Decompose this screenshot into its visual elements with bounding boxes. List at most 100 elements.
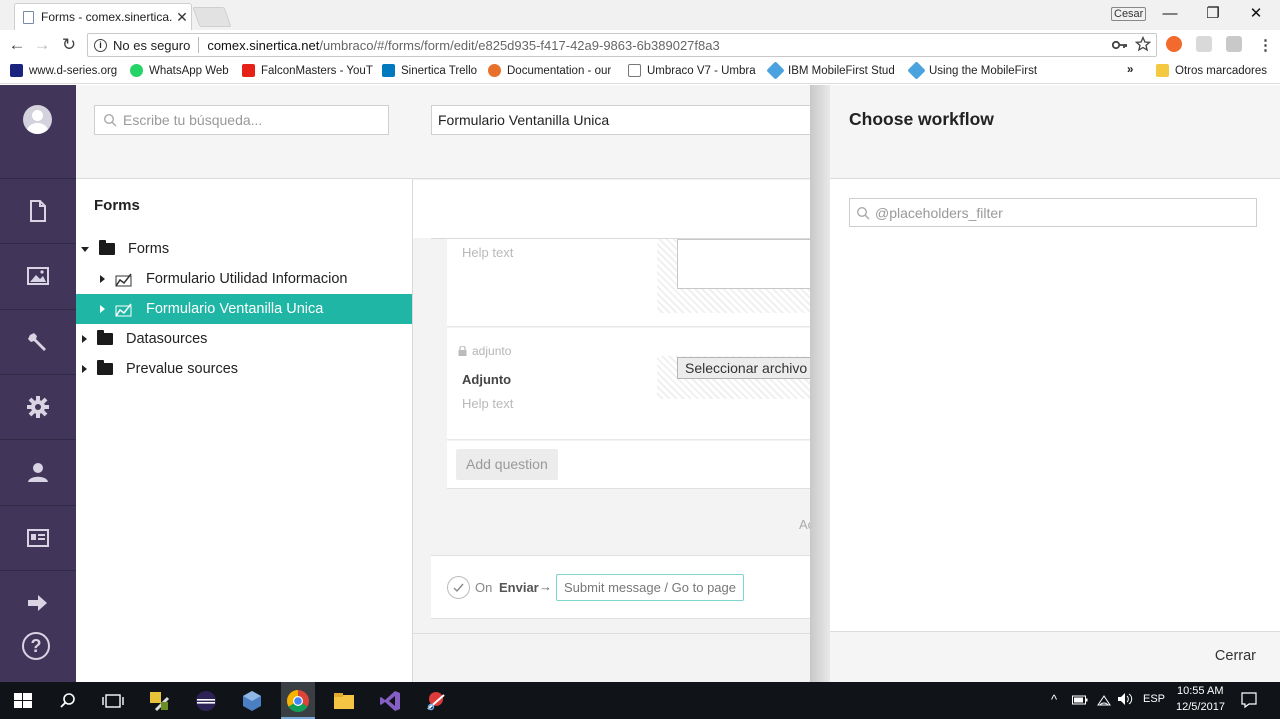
security-label: No es seguro bbox=[113, 37, 191, 53]
file-explorer-icon[interactable] bbox=[331, 688, 357, 714]
virtualbox-icon[interactable] bbox=[239, 688, 265, 714]
tree-title: Forms bbox=[94, 197, 140, 214]
tab-title: Forms - comex.sinertica.n bbox=[41, 10, 173, 24]
tree-item-formulario-ventanilla[interactable]: Formulario Ventanilla Unica bbox=[76, 294, 412, 324]
folder-icon bbox=[97, 330, 113, 345]
form-name-input[interactable]: Formulario Ventanilla Unica bbox=[431, 105, 821, 135]
submit-action-button[interactable]: Submit message / Go to page bbox=[556, 574, 744, 601]
wifi-icon[interactable] bbox=[1096, 692, 1112, 706]
section-users[interactable] bbox=[0, 439, 76, 504]
new-tab-button[interactable] bbox=[192, 7, 232, 27]
windows-start-icon[interactable] bbox=[10, 688, 36, 714]
tree-item-forms-folder[interactable]: Forms bbox=[76, 234, 412, 264]
section-forms[interactable] bbox=[0, 570, 76, 635]
url-path: /umbraco/#/forms/form/edit/e825d935-f417… bbox=[319, 37, 720, 53]
section-media[interactable] bbox=[0, 243, 76, 308]
minimize-button[interactable]: — bbox=[1148, 2, 1192, 26]
editor-footer bbox=[413, 633, 813, 682]
eclipse-icon[interactable] bbox=[193, 688, 219, 714]
battery-icon[interactable] bbox=[1072, 694, 1088, 706]
search-icon[interactable] bbox=[55, 688, 81, 714]
extension-icon[interactable] bbox=[1226, 36, 1242, 52]
bookmark-using-mobilefirst[interactable]: Using the MobileFirst bbox=[907, 61, 1037, 80]
page-icon bbox=[628, 64, 641, 77]
bookmark-documentation[interactable]: Documentation - our bbox=[488, 64, 611, 77]
extension-icon[interactable] bbox=[1196, 36, 1212, 52]
avatar[interactable] bbox=[23, 105, 52, 134]
notifications-icon[interactable] bbox=[1240, 691, 1258, 709]
workflow-filter-input[interactable]: @placeholders_filter bbox=[849, 198, 1257, 227]
tree-item-datasources[interactable]: Datasources bbox=[76, 324, 412, 354]
chevron-right-icon[interactable] bbox=[82, 365, 87, 373]
chevron-right-icon[interactable] bbox=[82, 335, 87, 343]
chevron-right-icon[interactable] bbox=[100, 305, 105, 313]
key-icon[interactable] bbox=[1112, 38, 1128, 52]
close-window-button[interactable]: ✕ bbox=[1234, 2, 1278, 26]
submit-button-name: Enviar bbox=[499, 580, 539, 595]
language-indicator[interactable]: ESP bbox=[1143, 693, 1165, 705]
visual-studio-icon[interactable] bbox=[377, 688, 403, 714]
tree-item-prevalue-sources[interactable]: Prevalue sources bbox=[76, 354, 412, 384]
form-icon bbox=[115, 303, 132, 316]
url-host: comex.sinertica.net bbox=[207, 37, 320, 53]
bookmark-trello[interactable]: Sinertica Trello bbox=[382, 64, 477, 77]
bookmark-whatsapp[interactable]: WhatsApp Web bbox=[130, 64, 229, 77]
profile-chip[interactable]: Cesar bbox=[1111, 7, 1147, 21]
snipping-tool-icon[interactable] bbox=[423, 688, 449, 714]
reload-button[interactable]: ↻ bbox=[58, 34, 80, 56]
field-alias: adjunto bbox=[472, 344, 512, 358]
section-content[interactable] bbox=[0, 178, 76, 243]
forward-button[interactable]: → bbox=[31, 34, 53, 56]
tree-item-formulario-utilidad[interactable]: Formulario Utilidad Informacion bbox=[76, 264, 412, 294]
tray-chevron-up-icon[interactable]: ^ bbox=[1051, 692, 1057, 707]
address-bar[interactable]: i No es seguro comex.sinertica.net /umbr… bbox=[87, 33, 1157, 57]
section-settings[interactable] bbox=[0, 309, 76, 374]
trello-icon bbox=[382, 64, 395, 77]
browser-tab[interactable]: Forms - comex.sinertica.n ✕ bbox=[14, 3, 192, 30]
close-button[interactable]: Cerrar bbox=[1215, 648, 1256, 664]
form-icon bbox=[115, 273, 132, 286]
search-placeholder: Escribe tu búsqueda... bbox=[123, 112, 263, 128]
back-button[interactable]: ← bbox=[6, 34, 28, 56]
star-icon[interactable] bbox=[1135, 36, 1151, 52]
bookmarks-overflow-button[interactable]: » bbox=[1127, 64, 1133, 76]
clock-time[interactable]: 10:55 AM bbox=[1177, 685, 1223, 697]
tools-app-icon[interactable] bbox=[146, 688, 172, 714]
bookmark-umbraco-v7[interactable]: Umbraco V7 - Umbra bbox=[628, 64, 756, 77]
bookmark-d-series[interactable]: www.d-series.org bbox=[10, 64, 117, 77]
bookmark-label: FalconMasters - YouT bbox=[261, 64, 373, 77]
bookmark-falconmasters[interactable]: FalconMasters - YouT bbox=[242, 64, 373, 77]
tree-search-area: Escribe tu búsqueda... bbox=[76, 85, 413, 179]
tab-close-icon[interactable]: ✕ bbox=[173, 9, 191, 26]
user-icon bbox=[28, 463, 48, 482]
search-icon bbox=[856, 206, 870, 219]
menu-icon[interactable]: ⋮ bbox=[1258, 36, 1273, 54]
select-file-button[interactable]: Seleccionar archivo bbox=[677, 357, 816, 379]
field-card[interactable]: Help text bbox=[447, 239, 827, 327]
field-help-text: Help text bbox=[462, 396, 514, 411]
add-question-button[interactable]: Add question bbox=[456, 449, 558, 480]
help-icon[interactable]: ? bbox=[22, 632, 50, 660]
task-view-icon[interactable] bbox=[100, 688, 126, 714]
chevron-right-icon[interactable] bbox=[100, 275, 105, 283]
section-members[interactable] bbox=[0, 505, 76, 570]
search-input[interactable]: Escribe tu búsqueda... bbox=[94, 105, 389, 135]
arrow-right-icon: → bbox=[539, 579, 552, 594]
bookmark-label: Umbraco V7 - Umbra bbox=[647, 64, 756, 77]
field-label: Adjunto bbox=[462, 372, 512, 387]
sections-sidebar: ? bbox=[0, 85, 76, 682]
restore-button[interactable]: ❐ bbox=[1191, 2, 1235, 26]
bookmark-ibm-mobilefirst[interactable]: IBM MobileFirst Stud bbox=[766, 61, 895, 80]
volume-icon[interactable] bbox=[1117, 692, 1133, 706]
filter-placeholder: @placeholders_filter bbox=[875, 204, 1003, 221]
check-icon[interactable] bbox=[447, 576, 470, 599]
info-icon[interactable]: i bbox=[94, 38, 107, 52]
chevron-down-icon[interactable] bbox=[81, 246, 89, 252]
field-card[interactable]: adjunto Adjunto Help text Seleccionar ar… bbox=[447, 328, 827, 440]
chrome-icon[interactable] bbox=[285, 688, 311, 714]
other-bookmarks[interactable]: Otros marcadores bbox=[1156, 64, 1267, 77]
extension-icon[interactable] bbox=[1166, 36, 1182, 52]
address-separator bbox=[198, 37, 200, 53]
clock-date[interactable]: 12/5/2017 bbox=[1176, 701, 1225, 713]
section-developer[interactable] bbox=[0, 374, 76, 439]
